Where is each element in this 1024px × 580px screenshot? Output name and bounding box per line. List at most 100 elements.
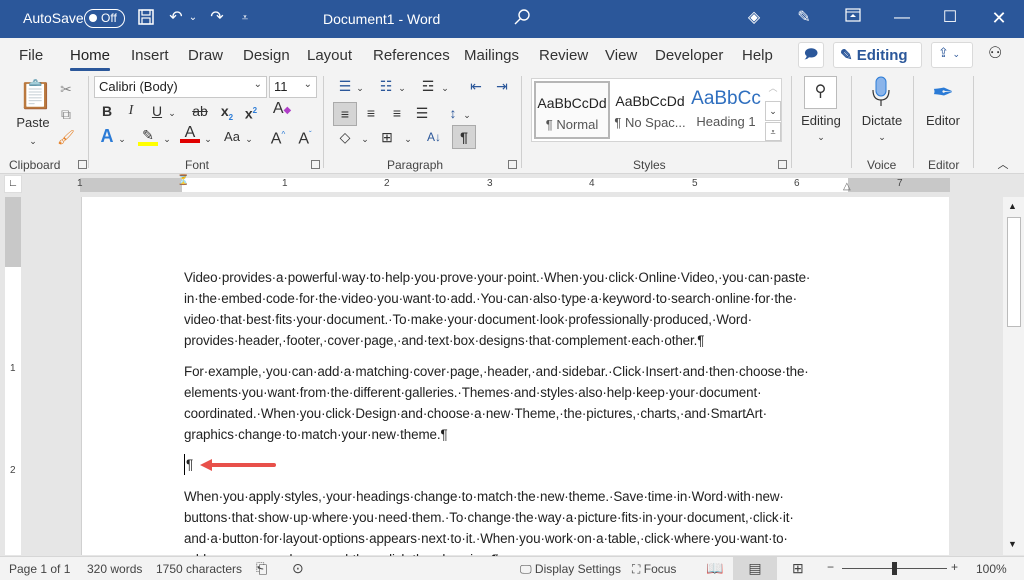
bullets-icon[interactable]: ☰ bbox=[335, 77, 355, 95]
copy-icon[interactable]: ⧉ bbox=[57, 105, 75, 123]
style-heading-1[interactable]: AaBbCc Heading 1 bbox=[688, 81, 764, 139]
document-page[interactable]: Video·provides·a·powerful·way·to·help·yo… bbox=[81, 197, 949, 567]
editing-dropdown-icon[interactable]: ⌄ bbox=[815, 128, 827, 146]
scroll-up-icon[interactable]: ▲ bbox=[1008, 201, 1017, 211]
increase-indent-icon[interactable]: ⇥ bbox=[492, 77, 512, 95]
minimize-icon[interactable]: — bbox=[891, 8, 913, 28]
redo-icon[interactable]: ↷ bbox=[207, 8, 227, 28]
scrollbar-thumb[interactable] bbox=[1007, 217, 1021, 327]
numbering-dropdown-icon[interactable]: ⌄ bbox=[397, 79, 407, 97]
zoom-out-icon[interactable]: − bbox=[827, 560, 834, 574]
zoom-level[interactable]: 100% bbox=[976, 562, 1007, 576]
tab-mailings[interactable]: Mailings bbox=[464, 47, 519, 64]
styles-more-icon[interactable]: ⩡ bbox=[765, 122, 781, 141]
horizontal-ruler[interactable]: 1 1 2 3 4 5 6 7 ⏳ △ bbox=[77, 175, 950, 192]
decrease-indent-icon[interactable]: ⇤ bbox=[466, 77, 486, 95]
body-paragraph[interactable]: Video·provides·a·powerful·way·to·help·yo… bbox=[184, 267, 864, 351]
empty-paragraph-cursor[interactable]: ¶ bbox=[184, 454, 864, 475]
page-count[interactable]: Page 1 of 1 bbox=[9, 562, 70, 576]
shading-icon[interactable]: ◇ bbox=[335, 128, 355, 146]
italic-icon[interactable]: I bbox=[124, 102, 138, 120]
align-left-icon[interactable]: ≡ bbox=[333, 102, 357, 126]
cut-icon[interactable]: ✂ bbox=[57, 80, 75, 98]
line-spacing-dropdown-icon[interactable]: ⌄ bbox=[462, 106, 472, 124]
tab-developer[interactable]: Developer bbox=[655, 47, 723, 64]
tab-home[interactable]: Home bbox=[70, 47, 111, 71]
web-layout-icon[interactable]: ⊞ bbox=[792, 560, 804, 577]
accessibility-icon[interactable]: ⊙ bbox=[292, 560, 304, 577]
paste-label[interactable]: Paste bbox=[16, 114, 50, 132]
proofing-icon[interactable]: ⎗ bbox=[256, 560, 267, 577]
tab-view[interactable]: View bbox=[605, 47, 637, 64]
font-color-icon[interactable]: A bbox=[180, 124, 200, 143]
zoom-slider-thumb[interactable] bbox=[892, 562, 897, 575]
borders-dropdown-icon[interactable]: ⌄ bbox=[403, 130, 413, 148]
styles-scroll-up-icon[interactable]: ︿ bbox=[765, 79, 781, 99]
tab-review[interactable]: Review bbox=[539, 47, 588, 64]
format-painter-icon[interactable]: 🖌 bbox=[57, 128, 75, 146]
editing-search-icon[interactable]: ⚲ bbox=[804, 76, 837, 109]
subscript-icon[interactable]: x2 bbox=[219, 102, 235, 127]
show-formatting-marks-icon[interactable]: ¶ bbox=[452, 125, 476, 149]
autosave-toggle[interactable]: Off bbox=[84, 9, 125, 28]
tab-file[interactable]: File bbox=[19, 47, 43, 64]
designer-icon[interactable]: ✎ bbox=[793, 8, 815, 28]
right-indent-marker[interactable]: △ bbox=[843, 181, 851, 192]
underline-dropdown-icon[interactable]: ⌄ bbox=[167, 104, 177, 122]
highlight-icon[interactable]: ✎ bbox=[138, 126, 158, 146]
editing-mode-button[interactable]: ✎ Editing ⌄ bbox=[833, 42, 922, 79]
character-count[interactable]: 1750 characters bbox=[156, 562, 242, 576]
comments-button[interactable]: 🗩 bbox=[798, 42, 824, 68]
tab-selector[interactable]: ∟ bbox=[4, 175, 22, 193]
styles-launcher-icon[interactable] bbox=[778, 160, 787, 169]
style-no-spacing[interactable]: AaBbCcDd ¶ No Spac... bbox=[612, 81, 688, 139]
shading-dropdown-icon[interactable]: ⌄ bbox=[360, 130, 370, 148]
highlight-dropdown-icon[interactable]: ⌄ bbox=[162, 130, 172, 148]
first-line-indent-marker[interactable]: ⏳ bbox=[177, 175, 189, 186]
vertical-scrollbar[interactable]: ▲ ▼ bbox=[1003, 197, 1024, 555]
change-case-dropdown-icon[interactable]: ⌄ bbox=[244, 130, 254, 148]
paste-dropdown-icon[interactable]: ⌄ bbox=[26, 132, 40, 150]
font-color-dropdown-icon[interactable]: ⌄ bbox=[203, 130, 213, 148]
paste-icon[interactable]: 📋 bbox=[18, 78, 53, 112]
vertical-ruler[interactable]: 1 2 bbox=[5, 197, 21, 555]
tab-draw[interactable]: Draw bbox=[188, 47, 223, 64]
undo-dropdown-icon[interactable]: ⌄ bbox=[187, 8, 199, 28]
tab-design[interactable]: Design bbox=[243, 47, 290, 64]
dictate-dropdown-icon[interactable]: ⌄ bbox=[876, 128, 888, 146]
search-icon[interactable] bbox=[512, 8, 532, 32]
align-right-icon[interactable]: ≡ bbox=[387, 104, 407, 122]
maximize-icon[interactable]: ☐ bbox=[939, 8, 961, 28]
underline-icon[interactable]: U bbox=[150, 102, 164, 120]
justify-icon[interactable]: ☰ bbox=[412, 104, 432, 122]
style-normal[interactable]: AaBbCcDd ¶ Normal bbox=[534, 81, 610, 139]
coauthor-icon[interactable]: ⚇ bbox=[988, 43, 1002, 63]
focus-button[interactable]: ⛶ Focus bbox=[632, 562, 676, 577]
font-size-dropdown[interactable]: 11 ⌄ bbox=[269, 76, 317, 98]
zoom-in-icon[interactable]: + bbox=[951, 560, 958, 574]
paragraph-launcher-icon[interactable] bbox=[508, 160, 517, 169]
font-launcher-icon[interactable] bbox=[311, 160, 320, 169]
print-layout-icon[interactable]: ▤ bbox=[733, 557, 777, 580]
borders-icon[interactable]: ⊞ bbox=[377, 128, 397, 146]
strikethrough-icon[interactable]: ab bbox=[191, 102, 209, 120]
collapse-ribbon-icon[interactable]: ︿ bbox=[996, 156, 1010, 174]
undo-icon[interactable]: ↶ bbox=[166, 8, 186, 28]
clear-formatting-icon[interactable]: A◆ bbox=[272, 100, 292, 120]
customize-qat-icon[interactable]: ⩡ bbox=[238, 8, 252, 28]
read-mode-icon[interactable]: 📖 bbox=[706, 560, 723, 577]
ribbon-display-icon[interactable] bbox=[842, 8, 864, 28]
multilevel-list-icon[interactable]: ☲ bbox=[418, 77, 438, 95]
sort-icon[interactable]: A↓ bbox=[424, 128, 444, 146]
tab-layout[interactable]: Layout bbox=[307, 47, 352, 64]
text-effects-icon[interactable]: A bbox=[98, 127, 116, 145]
change-case-button[interactable]: Aa bbox=[221, 128, 243, 146]
bold-icon[interactable]: B bbox=[100, 102, 114, 120]
editor-button[interactable]: Editor bbox=[920, 112, 966, 130]
word-count[interactable]: 320 words bbox=[87, 562, 142, 576]
line-spacing-icon[interactable]: ↕ bbox=[443, 104, 463, 122]
styles-scroll-down-icon[interactable]: ⌄ bbox=[765, 101, 781, 121]
scroll-down-icon[interactable]: ▼ bbox=[1008, 539, 1017, 549]
clipboard-launcher-icon[interactable] bbox=[78, 160, 87, 169]
editor-pen-icon[interactable]: ✒ bbox=[928, 76, 958, 108]
